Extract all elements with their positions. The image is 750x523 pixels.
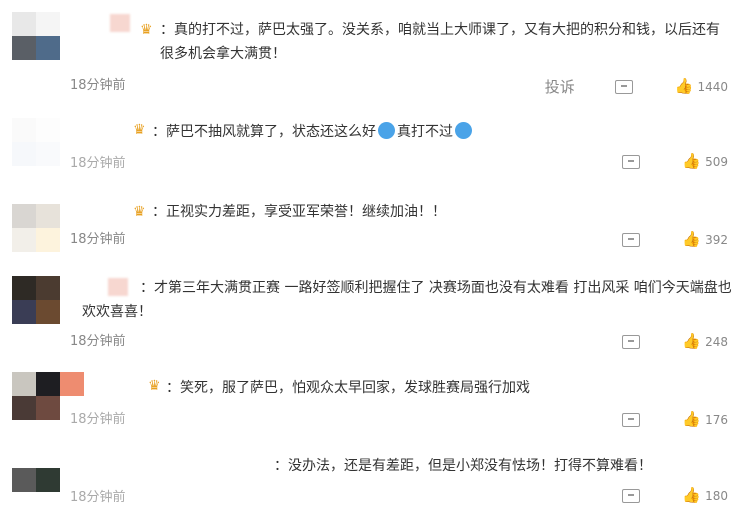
avatar[interactable] [12, 276, 60, 324]
comment-actions: 👍 248 [622, 334, 728, 349]
reply-icon[interactable] [622, 334, 641, 349]
thumbs-up-icon: 👍 [682, 486, 702, 504]
comment-2: ♛ ：萨巴不抽风就算了，状态还这么好 真打不过 18分钟前 👍 509 [0, 112, 750, 182]
avatar-fragment [60, 372, 84, 396]
fan-badge-icon: ♛ [133, 122, 146, 138]
username[interactable] [110, 14, 130, 32]
reply-icon[interactable] [614, 79, 633, 94]
comment-text: ：真的打不过，萨巴太强了。没关系，咱就当上大师课了，又有大把的积分和钱，以后还有… [160, 22, 720, 62]
reply-icon[interactable] [622, 232, 641, 247]
comment-actions: 👍 180 [622, 488, 728, 503]
comment-actions: 👍 509 [622, 154, 728, 169]
like-count: 1440 [697, 79, 728, 94]
thumbs-up-icon: 👍 [682, 332, 702, 350]
comment-time: 18分钟前 [70, 334, 126, 349]
comment-6: ：没办法，还是有差距，但是小郑没有怯场！打得不算难看！ 18分钟前 👍 180 [0, 452, 750, 523]
comment-text: ：萨巴不抽风就算了，状态还这么好 真打不过 [152, 120, 732, 144]
comment-actions: 投诉 👍 1440 [545, 76, 728, 97]
comment-time: 18分钟前 [70, 232, 126, 247]
fan-badge-icon: ♛ [148, 378, 161, 394]
reply-icon[interactable] [622, 412, 641, 427]
thumbs-up-icon: 👍 [682, 230, 702, 248]
avatar[interactable] [12, 204, 60, 252]
comment-text: ：正视实力差距，享受亚军荣誉！继续加油！！ [152, 204, 446, 220]
like-count: 180 [705, 488, 728, 503]
avatar[interactable] [12, 118, 60, 166]
like-button[interactable]: 👍 1440 [675, 79, 728, 94]
fan-badge-icon: ♛ [140, 22, 153, 38]
avatar[interactable] [12, 468, 60, 516]
thumbs-up-icon: 👍 [682, 152, 702, 170]
like-button[interactable]: 👍 392 [682, 232, 728, 247]
comment-actions: 👍 392 [622, 232, 728, 247]
like-count: 392 [705, 232, 728, 247]
comment-time: 18分钟前 [70, 78, 126, 93]
crying-emoji-icon [455, 122, 472, 139]
reply-icon[interactable] [622, 154, 641, 169]
comment-4: ：才第三年大满贯正赛 一路好签顺利把握住了 决赛场面也没有太难看 打出风采 咱们… [0, 272, 750, 352]
thumbs-up-icon: 👍 [682, 410, 702, 428]
like-button[interactable]: 👍 248 [682, 334, 728, 349]
comment-actions: 👍 176 [622, 412, 728, 427]
like-count: 509 [705, 154, 728, 169]
comment-text: ：才第三年大满贯正赛 一路好签顺利把握住了 决赛场面也没有太难看 打出风采 咱们… [82, 280, 732, 320]
avatar[interactable] [12, 12, 60, 60]
report-button[interactable]: 投诉 [545, 76, 575, 97]
thumbs-up-icon: 👍 [674, 77, 694, 95]
comment-5: ♛ ：笑死，服了萨巴，怕观众太早回家，发球胜赛局强行加戏 18分钟前 👍 176 [0, 372, 750, 442]
comment-time: 18分钟前 [70, 490, 126, 505]
like-button[interactable]: 👍 176 [682, 412, 728, 427]
crying-emoji-icon [378, 122, 395, 139]
comment-text: ：没办法，还是有差距，但是小郑没有怯场！打得不算难看！ [274, 458, 652, 474]
fan-badge-icon: ♛ [133, 204, 146, 220]
like-button[interactable]: 👍 509 [682, 154, 728, 169]
like-button[interactable]: 👍 180 [682, 488, 728, 503]
comment-text: ：笑死，服了萨巴，怕观众太早回家，发球胜赛局强行加戏 [166, 380, 530, 396]
like-count: 248 [705, 334, 728, 349]
comment-time: 18分钟前 [70, 412, 126, 427]
like-count: 176 [705, 412, 728, 427]
comment-1: ♛ ：真的打不过，萨巴太强了。没关系，咱就当上大师课了，又有大把的积分和钱，以后… [0, 0, 750, 100]
comment-3: ♛ ：正视实力差距，享受亚军荣誉！继续加油！！ 18分钟前 👍 392 [0, 196, 750, 266]
comment-time: 18分钟前 [70, 156, 126, 171]
avatar[interactable] [12, 372, 60, 420]
reply-icon[interactable] [622, 488, 641, 503]
